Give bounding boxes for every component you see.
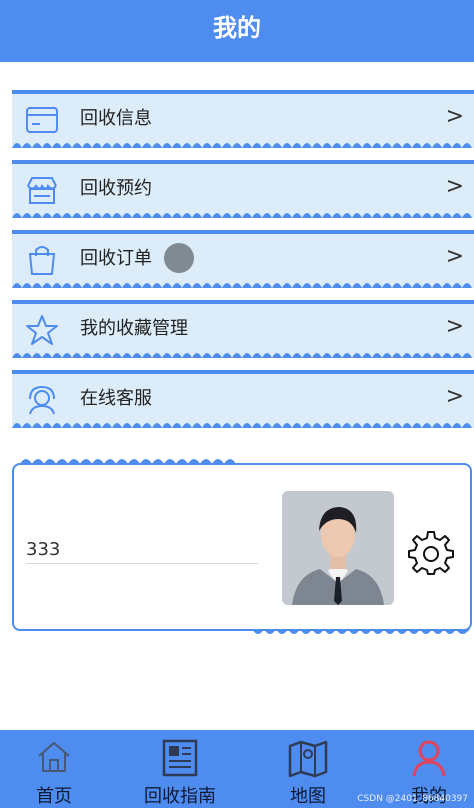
chevron-right-icon: > [445, 244, 464, 269]
card-bottom-scallop [252, 629, 470, 634]
home-icon [38, 741, 70, 772]
newspaper-icon [162, 739, 198, 777]
tab-label: 地图 [290, 786, 326, 807]
username-text: 333 [26, 539, 61, 560]
star-icon [26, 315, 58, 345]
tab-label: 回收指南 [144, 786, 216, 807]
scallop-border [12, 353, 474, 358]
chevron-right-icon: > [445, 384, 464, 409]
page-title: 我的 [0, 0, 474, 62]
profile-card: 333 [12, 463, 472, 631]
menu-label: 我的收藏管理 [80, 318, 188, 339]
store-icon [27, 177, 57, 204]
menu-item-customer-service[interactable]: 在线客服 > [12, 370, 474, 428]
notification-dot [164, 243, 194, 273]
menu-label: 在线客服 [80, 388, 152, 409]
menu-label: 回收信息 [80, 108, 152, 129]
menu-item-favorites[interactable]: 我的收藏管理 > [12, 300, 474, 358]
avatar-photo [282, 491, 394, 605]
scallop-border [12, 213, 474, 218]
person-icon [412, 740, 446, 777]
map-icon [288, 740, 328, 778]
watermark-text: CSDN @2401_86840397 [357, 794, 468, 804]
card-icon [26, 107, 58, 133]
tab-recycle-guide[interactable]: 回收指南 [130, 730, 230, 808]
username-underline [26, 563, 258, 564]
user-avatar[interactable] [282, 491, 394, 605]
chevron-right-icon: > [445, 314, 464, 339]
tab-label: 首页 [36, 786, 72, 807]
chevron-right-icon: > [445, 174, 464, 199]
menu-item-recycle-orders[interactable]: 回收订单 > [12, 230, 474, 288]
menu-label: 回收预约 [80, 178, 152, 199]
tab-map[interactable]: 地图 [258, 730, 358, 808]
bag-icon [28, 246, 56, 275]
tab-home[interactable]: 首页 [0, 730, 108, 808]
scallop-border [12, 283, 474, 288]
menu-item-recycle-info[interactable]: 回收信息 > [12, 90, 474, 148]
menu-label: 回收订单 [80, 248, 152, 269]
gear-icon[interactable] [408, 529, 454, 575]
chevron-right-icon: > [445, 104, 464, 129]
headset-icon [29, 385, 55, 415]
scallop-border [12, 423, 474, 428]
bottom-tab-bar: 首页 回收指南 地图 我的 CSDN @2401_86840397 [0, 730, 474, 808]
menu-item-recycle-booking[interactable]: 回收预约 > [12, 160, 474, 218]
scallop-border [12, 143, 474, 148]
